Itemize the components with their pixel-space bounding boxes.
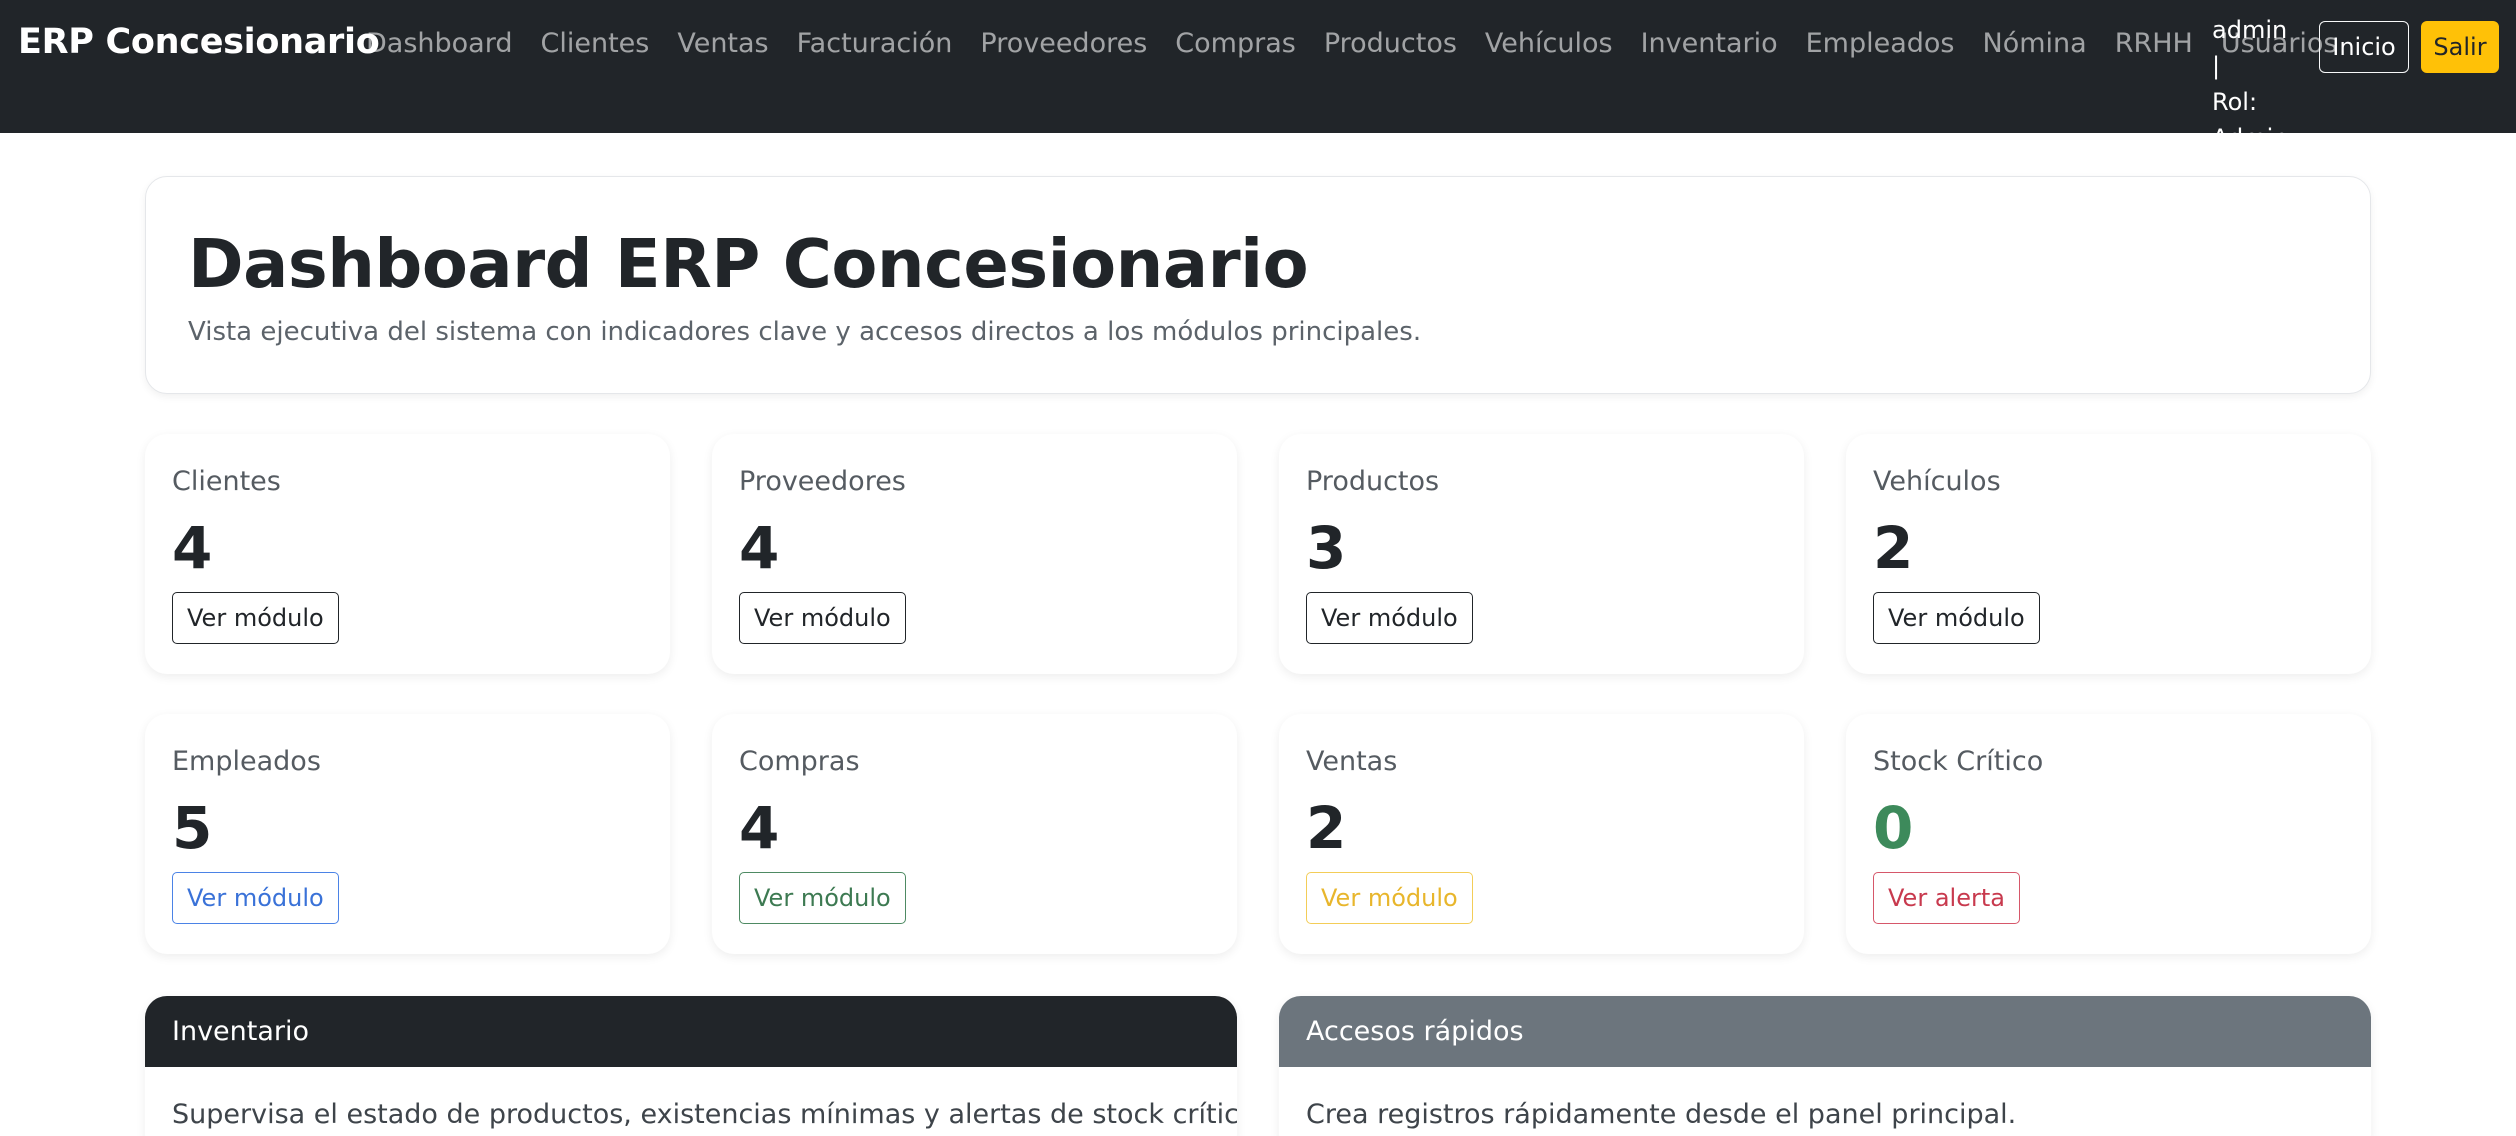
nav-links: Dashboard Clientes Ventas Facturación Pr… — [366, 28, 2352, 59]
nav-link-productos[interactable]: Productos — [1310, 28, 1471, 59]
stat-card-compras: Compras 4 Ver módulo — [712, 714, 1237, 954]
stat-label: Empleados — [172, 746, 321, 777]
top-navbar: ERP Concesionario Dashboard Clientes Ven… — [0, 0, 2516, 152]
stat-card-clientes: Clientes 4 Ver módulo — [145, 434, 670, 674]
stat-card-ventas: Ventas 2 Ver módulo — [1279, 714, 1804, 954]
nav-link-ventas[interactable]: Ventas — [663, 28, 782, 59]
stat-value: 3 — [1306, 514, 1347, 582]
stat-card-productos: Productos 3 Ver módulo — [1279, 434, 1804, 674]
stat-label: Stock Crítico — [1873, 746, 2044, 777]
nav-link-clientes[interactable]: Clientes — [526, 28, 663, 59]
user-role-value: Admin — [2212, 124, 2289, 152]
stat-label: Compras — [739, 746, 860, 777]
inicio-button[interactable]: Inicio — [2319, 21, 2409, 73]
ver-modulo-clientes-button[interactable]: Ver módulo — [172, 592, 339, 644]
stat-value: 2 — [1873, 514, 1914, 582]
ver-modulo-vehiculos-button[interactable]: Ver módulo — [1873, 592, 2040, 644]
user-role-label: Rol: — [2212, 88, 2258, 116]
nav-link-nomina[interactable]: Nómina — [1969, 28, 2101, 59]
stat-value: 4 — [172, 514, 213, 582]
stat-label: Clientes — [172, 466, 281, 497]
stat-card-empleados: Empleados 5 Ver módulo — [145, 714, 670, 954]
nav-link-inventario[interactable]: Inventario — [1627, 28, 1792, 59]
stat-label: Ventas — [1306, 746, 1398, 777]
nav-link-rrhh[interactable]: RRHH — [2101, 28, 2207, 59]
stat-label: Productos — [1306, 466, 1440, 497]
nav-link-facturacion[interactable]: Facturación — [783, 28, 967, 59]
inventory-panel-text: Supervisa el estado de productos, existe… — [172, 1099, 1237, 1130]
stat-value: 4 — [739, 794, 780, 862]
ver-modulo-compras-button[interactable]: Ver módulo — [739, 872, 906, 924]
stat-card-vehiculos: Vehículos 2 Ver módulo — [1846, 434, 2371, 674]
quick-access-panel-header: Accesos rápidos — [1279, 996, 2371, 1067]
ver-alerta-button[interactable]: Ver alerta — [1873, 872, 2020, 924]
brand-logo[interactable]: ERP Concesionario — [18, 22, 380, 62]
nav-link-empleados[interactable]: Empleados — [1792, 28, 1969, 59]
page-subtitle: Vista ejecutiva del sistema con indicado… — [188, 317, 1422, 347]
ver-modulo-ventas-button[interactable]: Ver módulo — [1306, 872, 1473, 924]
stat-value: 0 — [1873, 794, 1914, 862]
ver-modulo-proveedores-button[interactable]: Ver módulo — [739, 592, 906, 644]
ver-modulo-productos-button[interactable]: Ver módulo — [1306, 592, 1473, 644]
nav-link-compras[interactable]: Compras — [1161, 28, 1310, 59]
stat-value: 4 — [739, 514, 780, 582]
stat-value: 2 — [1306, 794, 1347, 862]
user-info: admin | Rol: Admin — [2212, 12, 2292, 156]
nav-link-proveedores[interactable]: Proveedores — [966, 28, 1161, 59]
inventory-panel: Inventario Supervisa el estado de produc… — [145, 996, 1237, 1136]
stat-card-proveedores: Proveedores 4 Ver módulo — [712, 434, 1237, 674]
logout-button[interactable]: Salir — [2421, 21, 2499, 73]
stat-card-stock-critico: Stock Crítico 0 Ver alerta — [1846, 714, 2371, 954]
stat-value: 5 — [172, 794, 213, 862]
ver-modulo-empleados-button[interactable]: Ver módulo — [172, 872, 339, 924]
stat-label: Proveedores — [739, 466, 906, 497]
hero-card: Dashboard ERP Concesionario Vista ejecut… — [145, 176, 2371, 394]
stat-label: Vehículos — [1873, 466, 2001, 497]
inventory-panel-header: Inventario — [145, 996, 1237, 1067]
quick-access-panel: Accesos rápidos Crea registros rápidamen… — [1279, 996, 2371, 1136]
quick-access-panel-text: Crea registros rápidamente desde el pane… — [1306, 1099, 2017, 1130]
nav-link-vehiculos[interactable]: Vehículos — [1471, 28, 1627, 59]
nav-link-dashboard[interactable]: Dashboard — [366, 28, 526, 59]
user-name: admin | — [2212, 16, 2288, 80]
page-title: Dashboard ERP Concesionario — [188, 225, 1309, 303]
